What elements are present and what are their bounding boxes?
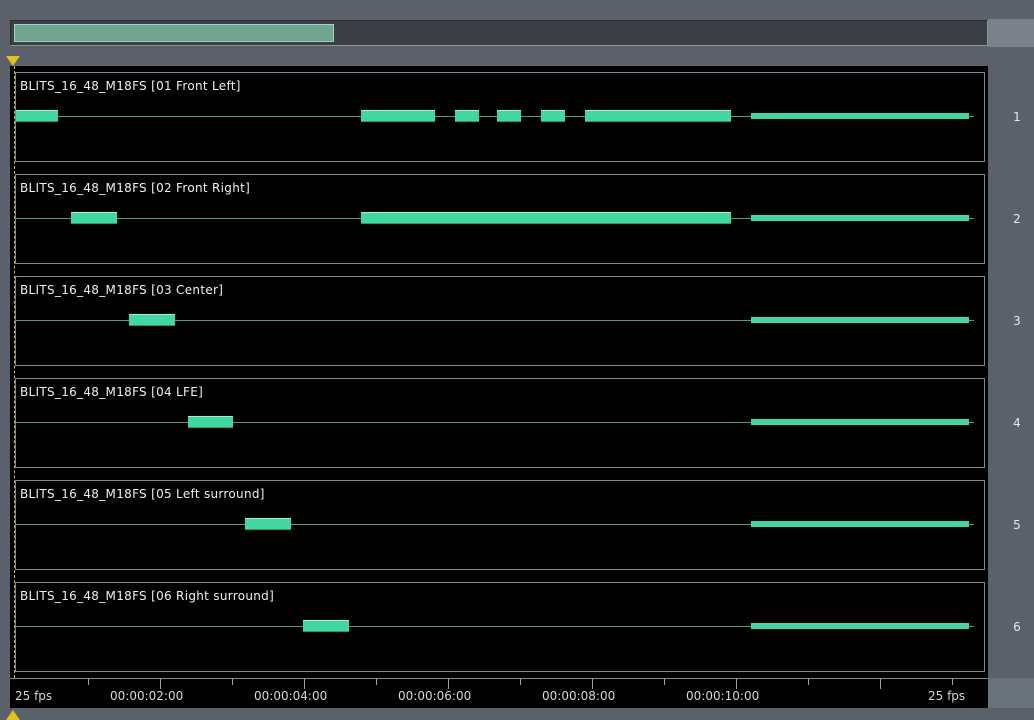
- track-title: BLITS_16_48_M18FS [03 Center]: [20, 283, 224, 297]
- audio-clip[interactable]: [16, 110, 58, 122]
- timecode-label: 00:00:08:00: [542, 689, 616, 703]
- ruler-tick: [88, 679, 89, 685]
- ruler-tick: [736, 679, 737, 689]
- track-6[interactable]: BLITS_16_48_M18FS [06 Right surround]: [15, 582, 985, 672]
- track-title: BLITS_16_48_M18FS [05 Left surround]: [20, 487, 265, 501]
- horizontal-scrollbar[interactable]: [10, 20, 988, 46]
- audio-clip[interactable]: [303, 620, 349, 632]
- audio-clip[interactable]: [541, 110, 565, 122]
- audio-clip[interactable]: [751, 623, 969, 629]
- track-number: 4: [1013, 416, 1021, 430]
- audio-clip[interactable]: [188, 416, 233, 428]
- track-number-column: 1 2 3 4 5 6: [988, 66, 1034, 678]
- audio-clip[interactable]: [751, 317, 969, 323]
- ruler-tick: [232, 679, 233, 685]
- track-number: 2: [1013, 212, 1021, 226]
- playhead-top-marker-icon[interactable]: [6, 56, 20, 66]
- track-title: BLITS_16_48_M18FS [04 LFE]: [20, 385, 204, 399]
- fps-label-right: 25 fps: [928, 689, 966, 703]
- audio-clip[interactable]: [245, 518, 291, 530]
- audio-clip[interactable]: [71, 212, 117, 224]
- playhead-line: [14, 66, 15, 678]
- ruler-tick: [664, 679, 665, 685]
- fps-label-left: 25 fps: [15, 689, 53, 703]
- track-number: 5: [1013, 518, 1021, 532]
- audio-clip[interactable]: [497, 110, 521, 122]
- time-ruler[interactable]: 25 fps 00:00:02:00 00:00:04:00 00:00:06:…: [10, 678, 988, 708]
- timeline-area[interactable]: BLITS_16_48_M18FS [01 Front Left] BLITS_…: [10, 66, 988, 708]
- ruler-tick: [592, 679, 593, 689]
- audio-clip[interactable]: [751, 521, 969, 527]
- timecode-label: 00:00:04:00: [254, 689, 328, 703]
- track-title: BLITS_16_48_M18FS [01 Front Left]: [20, 79, 241, 93]
- ruler-tick: [160, 679, 161, 689]
- ruler-tick: [880, 679, 881, 689]
- ruler-tick: [520, 679, 521, 685]
- ruler-tick: [304, 679, 305, 689]
- scrollbar-thumb[interactable]: [14, 24, 334, 42]
- track-3[interactable]: BLITS_16_48_M18FS [03 Center]: [15, 276, 985, 366]
- track-title: BLITS_16_48_M18FS [02 Front Right]: [20, 181, 251, 195]
- ruler-tick: [376, 679, 377, 685]
- audio-clip[interactable]: [361, 212, 731, 224]
- track-1[interactable]: BLITS_16_48_M18FS [01 Front Left]: [15, 72, 985, 162]
- track-4[interactable]: BLITS_16_48_M18FS [04 LFE]: [15, 378, 985, 468]
- timecode-label: 00:00:02:00: [110, 689, 184, 703]
- ruler-tick: [448, 679, 449, 689]
- audio-clip[interactable]: [129, 314, 175, 326]
- timecode-label: 00:00:10:00: [686, 689, 760, 703]
- scrollbar-corner: [988, 19, 1034, 47]
- track-5[interactable]: BLITS_16_48_M18FS [05 Left surround]: [15, 480, 985, 570]
- audio-clip[interactable]: [585, 110, 731, 122]
- audio-clip[interactable]: [751, 113, 969, 119]
- track-2[interactable]: BLITS_16_48_M18FS [02 Front Right]: [15, 174, 985, 264]
- audio-clip[interactable]: [751, 419, 969, 425]
- ruler-tick: [952, 679, 953, 685]
- timecode-label: 00:00:06:00: [398, 689, 472, 703]
- track-title: BLITS_16_48_M18FS [06 Right surround]: [20, 589, 275, 603]
- audio-clip[interactable]: [455, 110, 479, 122]
- audio-clip[interactable]: [751, 215, 969, 221]
- track-number: 1: [1013, 110, 1021, 124]
- track-number: 3: [1013, 314, 1021, 328]
- audio-clip[interactable]: [361, 110, 435, 122]
- playhead-bottom-marker-icon[interactable]: [6, 710, 20, 720]
- track-number: 6: [1013, 620, 1021, 634]
- ruler-corner: [988, 678, 1034, 708]
- ruler-tick: [808, 679, 809, 685]
